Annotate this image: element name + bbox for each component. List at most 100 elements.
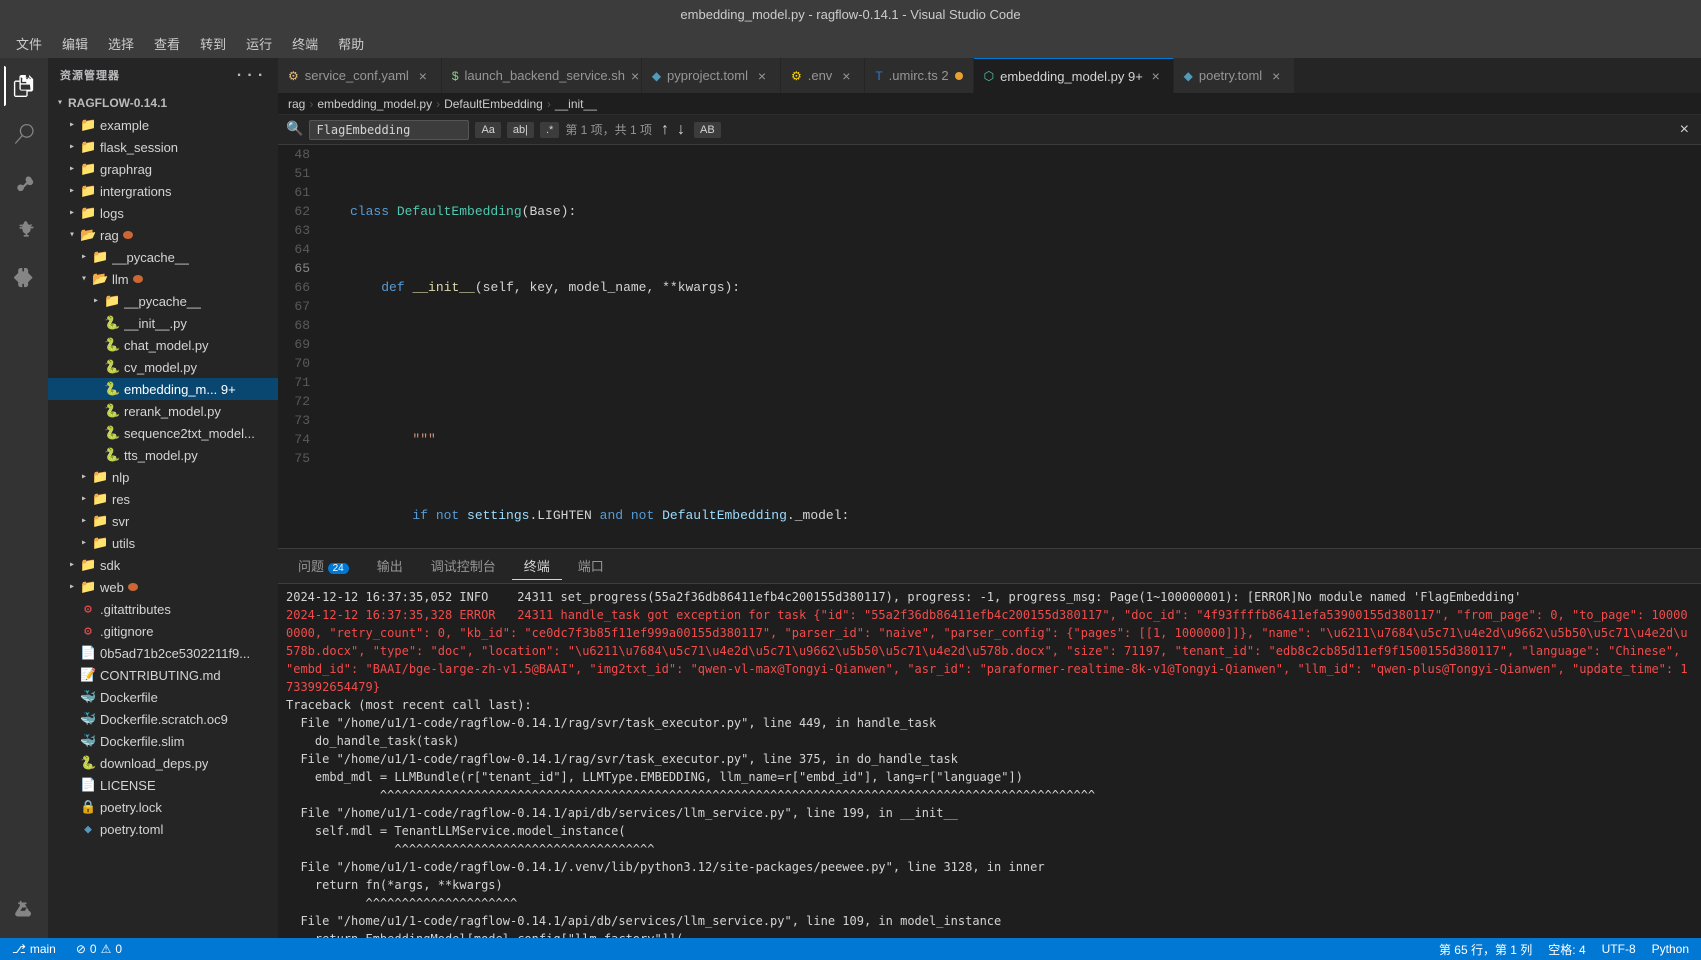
sidebar-item-llm[interactable]: ▾📂llm● [48,268,278,290]
tree-arrow-icon: ▸ [76,537,92,549]
sidebar-item-poetry-toml[interactable]: ◆poetry.toml [48,818,278,840]
tree-item-label: tts_model.py [124,448,198,463]
find-input[interactable] [309,120,469,140]
tab-close-icon[interactable]: × [1149,68,1163,84]
tree-root[interactable]: ▾ RAGFLOW-0.14.1 [48,92,278,114]
status-language[interactable]: Python [1648,941,1693,958]
status-git-branch[interactable]: ⎇ main [8,942,60,956]
code-content[interactable]: class DefaultEmbedding(Base): def __init… [326,145,1701,548]
sidebar-item-poetry-lock[interactable]: 🔒poetry.lock [48,796,278,818]
sidebar-item-intergrations[interactable]: ▸📁intergrations [48,180,278,202]
sidebar-item-sdk[interactable]: ▸📁sdk [48,554,278,576]
terminal-line-1: 2024-12-12 16:37:35,052 INFO 24311 set_p… [286,588,1693,606]
line-number-65: 65 [278,259,318,278]
sidebar-item-tts-model-py[interactable]: 🐍tts_model.py [48,444,278,466]
tab-close-icon[interactable]: × [754,68,770,84]
tree-arrow-icon: ▸ [64,163,80,175]
sidebar-more-icon[interactable]: ··· [234,66,266,84]
panel-content[interactable]: 2024-12-12 16:37:35,052 INFO 24311 set_p… [278,584,1701,938]
sidebar-item--gitattributes[interactable]: ⚙.gitattributes [48,598,278,620]
tab-launch[interactable]: $ launch_backend_service.sh × [442,58,642,93]
tab-poetry[interactable]: ◆ poetry.toml × [1174,58,1296,93]
line-number-74: 74 [278,430,318,449]
tab-pyproject[interactable]: ◆ pyproject.toml × [642,58,781,93]
menu-edit[interactable]: 编辑 [54,32,96,55]
sidebar-item-utils[interactable]: ▸📁utils [48,532,278,554]
status-errors[interactable]: ⊘ 0 ⚠ 0 [72,942,126,956]
find-prev-button[interactable]: ↑ [658,121,672,139]
extensions-activity-icon[interactable] [4,258,44,298]
folder-file-icon: 📁 [80,184,96,199]
file-file-icon: 📄 [80,646,96,661]
status-indent[interactable]: 空格: 4 [1544,941,1589,958]
sidebar-item-0b5ad71b2ce5302211f9---[interactable]: 📄0b5ad71b2ce5302211f9... [48,642,278,664]
panel-tab-terminal[interactable]: 终端 [512,552,562,580]
sidebar-item-Dockerfile[interactable]: 🐳Dockerfile [48,686,278,708]
tab-env[interactable]: ⚙ .env × [781,58,865,93]
find-next-button[interactable]: ↓ [674,121,688,139]
status-encoding[interactable]: UTF-8 [1598,941,1640,958]
sidebar-item-rerank-model-py[interactable]: 🐍rerank_model.py [48,400,278,422]
menu-terminal[interactable]: 终端 [284,32,326,55]
menu-view[interactable]: 查看 [146,32,188,55]
tab-close-icon[interactable]: × [631,68,639,84]
find-close-button[interactable]: × [1676,121,1693,139]
git-activity-icon[interactable] [4,162,44,202]
find-regex[interactable]: .* [540,122,559,138]
menu-help[interactable]: 帮助 [330,32,372,55]
menu-select[interactable]: 选择 [100,32,142,55]
sidebar-item-res[interactable]: ▸📁res [48,488,278,510]
breadcrumb-rag[interactable]: rag [288,97,305,111]
sidebar-item-sequence2txt-model---[interactable]: 🐍sequence2txt_model... [48,422,278,444]
debug-activity-icon[interactable] [4,210,44,250]
tab-embedding[interactable]: ⬡ embedding_model.py 9+ × [974,58,1174,93]
sidebar-item-web[interactable]: ▸📁web● [48,576,278,598]
tab-close-icon[interactable]: × [838,68,854,84]
tree-arrow-icon: ▸ [64,141,80,153]
sidebar-item-example[interactable]: ▸📁example [48,114,278,136]
menu-run[interactable]: 运行 [238,32,280,55]
search-activity-icon[interactable] [4,114,44,154]
sidebar-item-logs[interactable]: ▸📁logs [48,202,278,224]
sidebar-item--gitignore[interactable]: ⚙.gitignore [48,620,278,642]
status-cursor[interactable]: 第 65 行，第 1 列 [1435,941,1536,958]
sidebar-item---init---py[interactable]: 🐍__init__.py [48,312,278,334]
sidebar-item-flask-session[interactable]: ▸📁flask_session [48,136,278,158]
sidebar-item-graphrag[interactable]: ▸📁graphrag [48,158,278,180]
tab-close-icon[interactable]: × [415,68,431,84]
sidebar-item-CONTRIBUTING-md[interactable]: 📝CONTRIBUTING.md [48,664,278,686]
sidebar-item-download-deps-py[interactable]: 🐍download_deps.py [48,752,278,774]
flask-activity-icon[interactable] [4,890,44,930]
menu-goto[interactable]: 转到 [192,32,234,55]
panel-tab-ports[interactable]: 端口 [566,552,616,580]
breadcrumb-file[interactable]: embedding_model.py [317,97,432,111]
sidebar-item-embedding-m----9-[interactable]: 🐍embedding_m... 9+ [48,378,278,400]
find-whole-word[interactable]: ab| [507,122,534,138]
sidebar-item---pycache--[interactable]: ▸📁__pycache__ [48,290,278,312]
find-match-case[interactable]: Aa [475,122,500,138]
sidebar-item-Dockerfile-slim[interactable]: 🐳Dockerfile.slim [48,730,278,752]
tree-item-label: Dockerfile.scratch.oc9 [100,712,228,727]
tree-item-label: CONTRIBUTING.md [100,668,221,683]
breadcrumb-method[interactable]: __init__ [555,97,597,111]
sidebar-item-LICENSE[interactable]: 📄LICENSE [48,774,278,796]
sidebar-item---pycache--[interactable]: ▸📁__pycache__ [48,246,278,268]
menu-file[interactable]: 文件 [8,32,50,55]
panel-tab-problems[interactable]: 问题 24 [286,552,361,580]
docker-file-icon: 🐳 [80,734,96,749]
tab-service-conf[interactable]: ⚙ service_conf.yaml × [278,58,442,93]
code-editor-wrapper: 48 51 61 62 63 64 65 66 67 68 69 70 71 7… [278,145,1701,938]
sidebar-item-chat-model-py[interactable]: 🐍chat_model.py [48,334,278,356]
explorer-activity-icon[interactable] [4,66,44,106]
sidebar-item-cv-model-py[interactable]: 🐍cv_model.py [48,356,278,378]
panel-tab-output[interactable]: 输出 [365,552,415,580]
tab-umirc[interactable]: T .umirc.ts 2 [865,58,973,93]
sidebar-item-rag[interactable]: ▾📂rag● [48,224,278,246]
sidebar-item-nlp[interactable]: ▸📁nlp [48,466,278,488]
tab-close-icon[interactable]: × [1268,68,1284,84]
find-preserve-case[interactable]: AB [694,122,721,138]
sidebar-item-svr[interactable]: ▸📁svr [48,510,278,532]
sidebar-item-Dockerfile-scratch-oc9[interactable]: 🐳Dockerfile.scratch.oc9 [48,708,278,730]
breadcrumb-class[interactable]: DefaultEmbedding [444,97,543,111]
panel-tab-debug[interactable]: 调试控制台 [419,552,508,580]
